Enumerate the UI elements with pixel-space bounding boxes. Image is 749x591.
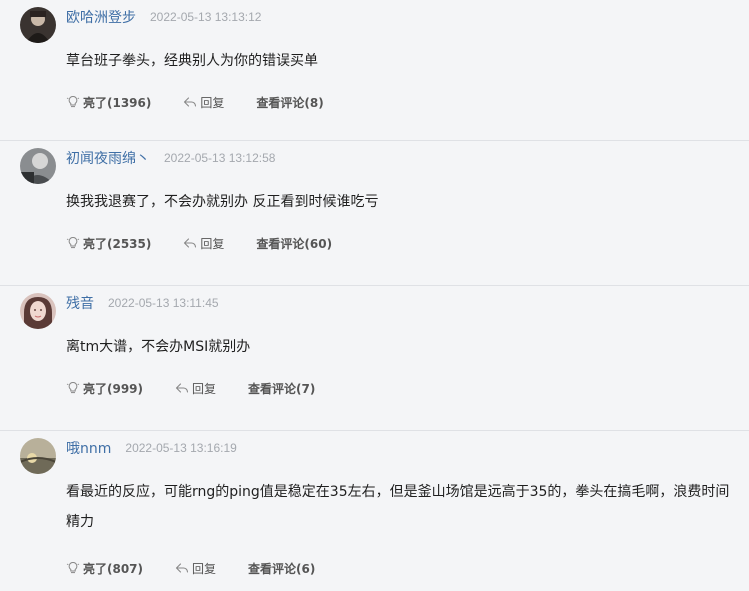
like-button[interactable]: 亮了(1396) — [66, 94, 151, 111]
comment-list: 欧哈洲登步 2022-05-13 13:13:12 草台班子拳头，经典别人为你的… — [0, 0, 749, 591]
comment-meta: 欧哈洲登步 2022-05-13 13:13:12 — [66, 7, 261, 27]
reply-label: 回复 — [192, 561, 217, 576]
reply-label: 回复 — [192, 381, 217, 396]
username[interactable]: 残音 — [66, 293, 94, 313]
username[interactable]: 哦nnm — [66, 438, 111, 458]
comment-item: 残音 2022-05-13 13:11:45 离tm大谱，不会办MSI就别办 亮… — [0, 286, 749, 431]
lightbulb-icon — [66, 381, 80, 395]
comment-text: 草台班子拳头，经典别人为你的错误买单 — [66, 53, 318, 69]
comment-actions: 亮了(999) 回复 查看评论(7) — [66, 378, 315, 398]
view-replies-label: 查看评论(6) — [248, 561, 316, 576]
timestamp: 2022-05-13 13:11:45 — [108, 296, 219, 310]
comment-text: 离tm大谱，不会办MSI就别办 — [66, 339, 251, 355]
view-replies-label: 查看评论(8) — [256, 95, 324, 110]
comment-meta: 残音 2022-05-13 13:11:45 — [66, 293, 219, 313]
reply-label: 回复 — [200, 95, 225, 110]
username[interactable]: 欧哈洲登步 — [66, 7, 136, 27]
view-replies-button[interactable]: 查看评论(6) — [248, 560, 315, 577]
lightbulb-icon — [66, 236, 80, 250]
avatar[interactable] — [20, 293, 56, 329]
username[interactable]: 初闻夜雨绵丶 — [66, 148, 150, 168]
reply-button[interactable]: 回复 — [175, 380, 216, 397]
like-label: 亮了(1396) — [83, 95, 152, 110]
view-replies-button[interactable]: 查看评论(8) — [256, 94, 323, 111]
timestamp: 2022-05-13 13:12:58 — [164, 151, 276, 165]
timestamp: 2022-05-13 13:13:12 — [150, 10, 262, 24]
reply-button[interactable]: 回复 — [183, 235, 224, 252]
comment-actions: 亮了(807) 回复 查看评论(6) — [66, 558, 315, 578]
comment-actions: 亮了(2535) 回复 查看评论(60) — [66, 233, 332, 253]
timestamp: 2022-05-13 13:16:19 — [125, 441, 237, 455]
like-button[interactable]: 亮了(2535) — [66, 235, 151, 252]
like-label: 亮了(999) — [83, 381, 144, 396]
lightbulb-icon — [66, 561, 80, 575]
like-label: 亮了(807) — [83, 561, 144, 576]
like-button[interactable]: 亮了(999) — [66, 380, 143, 397]
reply-arrow-icon — [175, 381, 189, 395]
comment-item: 哦nnm 2022-05-13 13:16:19 看最近的反应，可能rng的pi… — [0, 431, 749, 591]
comment-meta: 哦nnm 2022-05-13 13:16:19 — [66, 438, 237, 458]
like-label: 亮了(2535) — [83, 236, 152, 251]
view-replies-button[interactable]: 查看评论(60) — [256, 235, 332, 252]
reply-button[interactable]: 回复 — [175, 560, 216, 577]
comment-item: 初闻夜雨绵丶 2022-05-13 13:12:58 换我我退赛了，不会办就别办… — [0, 141, 749, 286]
view-replies-button[interactable]: 查看评论(7) — [248, 380, 315, 397]
lightbulb-icon — [66, 95, 80, 109]
reply-button[interactable]: 回复 — [183, 94, 224, 111]
view-replies-label: 查看评论(7) — [248, 381, 316, 396]
reply-arrow-icon — [175, 561, 189, 575]
reply-label: 回复 — [200, 236, 225, 251]
like-button[interactable]: 亮了(807) — [66, 560, 143, 577]
view-replies-label: 查看评论(60) — [256, 236, 333, 251]
avatar[interactable] — [20, 7, 56, 43]
comment-item: 欧哈洲登步 2022-05-13 13:13:12 草台班子拳头，经典别人为你的… — [0, 0, 749, 141]
avatar[interactable] — [20, 148, 56, 184]
reply-arrow-icon — [183, 95, 197, 109]
avatar[interactable] — [20, 438, 56, 474]
comment-meta: 初闻夜雨绵丶 2022-05-13 13:12:58 — [66, 148, 275, 168]
reply-arrow-icon — [183, 236, 197, 250]
comment-actions: 亮了(1396) 回复 查看评论(8) — [66, 92, 324, 112]
comment-text: 看最近的反应，可能rng的ping值是稳定在35左右，但是釜山场馆是远高于35的… — [66, 484, 730, 530]
comment-text: 换我我退赛了，不会办就别办 反正看到时候谁吃亏 — [66, 194, 379, 210]
